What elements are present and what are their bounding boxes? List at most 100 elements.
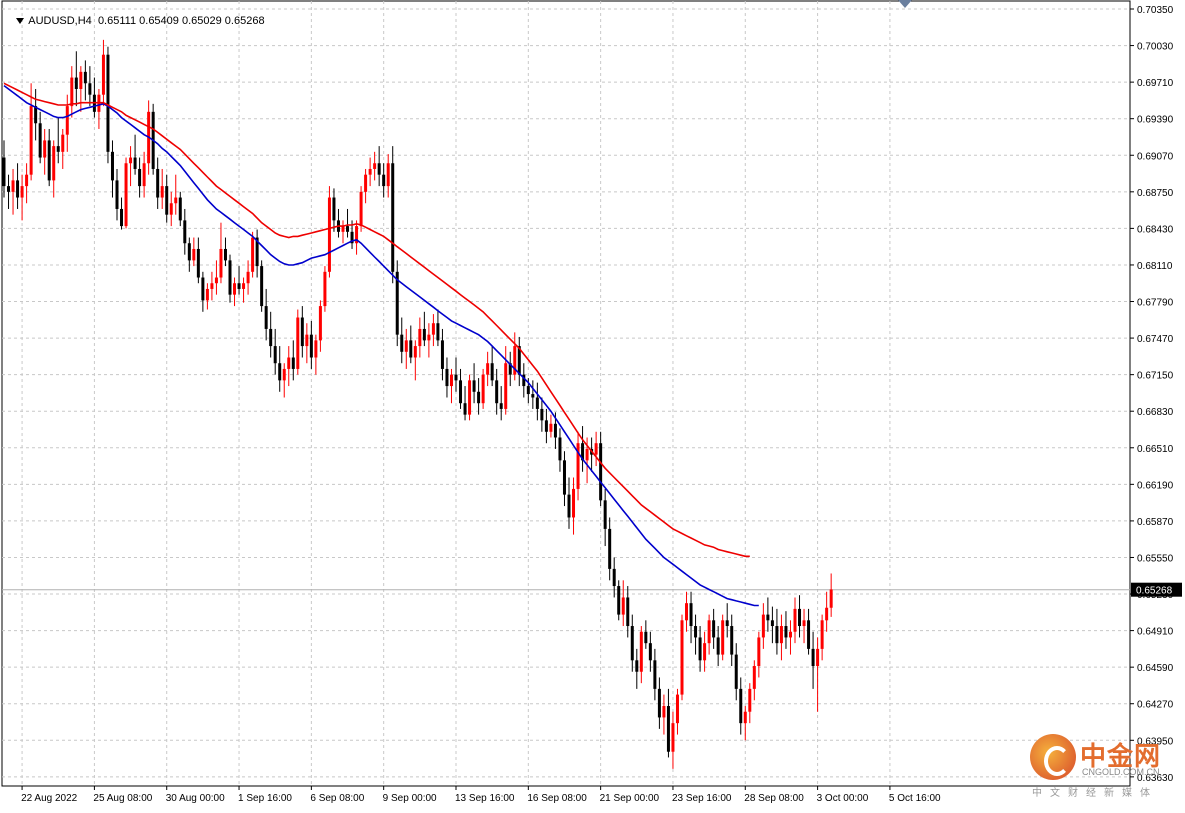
x-tick-label: 23 Sep 16:00 — [672, 793, 732, 804]
candle-body — [133, 157, 137, 169]
candle-body — [61, 134, 65, 152]
candle-body — [445, 368, 449, 387]
y-tick-label: 0.68750 — [1137, 188, 1174, 199]
y-tick-label: 0.67470 — [1137, 334, 1174, 345]
candle-body — [364, 174, 368, 192]
candle-body — [490, 363, 494, 381]
candle-body — [811, 648, 815, 667]
candle-body — [38, 123, 42, 158]
candle-body — [526, 386, 530, 395]
candle-body — [820, 620, 824, 649]
candle-body — [449, 374, 453, 387]
candle-body — [572, 488, 576, 518]
candle-body — [124, 163, 128, 227]
candle-body — [52, 146, 56, 181]
candle-body — [74, 77, 78, 89]
candle-body — [612, 568, 616, 587]
candle-body — [689, 603, 693, 627]
candle-body — [648, 643, 652, 661]
candle-body — [698, 637, 702, 661]
x-tick-label: 1 Sep 16:00 — [238, 793, 292, 804]
candle-body — [223, 248, 227, 261]
y-tick-label: 0.64910 — [1137, 627, 1174, 638]
candle-body — [635, 660, 639, 672]
candle-body — [106, 54, 110, 152]
candle-body — [291, 357, 295, 369]
y-tick-label: 0.65870 — [1137, 517, 1174, 528]
candle-body — [20, 186, 24, 198]
candle-body — [300, 317, 304, 347]
candle-body — [544, 420, 548, 432]
candle-body — [549, 423, 553, 432]
candle-body — [671, 723, 675, 752]
candle-body — [83, 71, 87, 84]
y-tick-label: 0.67150 — [1137, 371, 1174, 382]
candle-body — [318, 306, 322, 341]
candle-body — [630, 626, 634, 661]
chart-canvas[interactable]: 0.70350 0.70030 0.69710 0.69390 0.69070 0.687… — [0, 0, 1185, 808]
candle-body — [386, 163, 390, 187]
x-tick-label: 30 Aug 00:00 — [166, 793, 225, 804]
candle-body — [269, 328, 273, 347]
candle-body — [287, 357, 291, 369]
candle-body — [251, 237, 255, 272]
candle-body — [418, 328, 422, 347]
candle-body — [594, 443, 598, 455]
x-tick-label: 16 Sep 08:00 — [527, 793, 587, 804]
candle-body — [694, 626, 698, 638]
candle-body — [599, 443, 603, 501]
candle-body — [192, 248, 196, 261]
chevron-down-icon[interactable] — [16, 18, 25, 25]
y-tick-label: 0.70350 — [1137, 5, 1174, 16]
candle-body — [70, 77, 74, 107]
candle-body — [535, 397, 539, 409]
candle-body — [757, 637, 761, 667]
chart-shift-marker-icon[interactable] — [898, 0, 912, 8]
candle-body — [368, 168, 372, 175]
candle-body — [309, 334, 313, 358]
y-tick-label: 0.68110 — [1137, 261, 1173, 272]
candle-body — [422, 328, 426, 341]
watermark: 中金网 CNGOLD.COM.CN 中文财经新媒体 — [1030, 734, 1180, 804]
high-value: 0.65409 — [139, 15, 179, 27]
candle-body — [160, 186, 164, 198]
y-tick-label: 0.66830 — [1137, 407, 1174, 418]
candle-body — [314, 340, 318, 358]
candle — [680, 614, 684, 701]
candle-body — [242, 283, 246, 289]
candle — [124, 157, 128, 229]
candle-body — [413, 346, 417, 358]
candle-body — [165, 186, 169, 215]
candle-body — [825, 607, 829, 621]
candle-body — [359, 191, 363, 227]
candle-body — [653, 660, 657, 689]
candle-body — [617, 586, 621, 615]
candle-body — [567, 494, 571, 518]
x-tick-label: 21 Sep 00:00 — [600, 793, 660, 804]
candle-body — [11, 180, 15, 192]
candle-body — [477, 391, 481, 404]
watermark-tagline: 中文财经新媒体 — [1032, 788, 1158, 799]
candle-body — [332, 197, 336, 221]
candle-body — [382, 174, 386, 187]
candle — [617, 580, 621, 621]
candle-body — [626, 597, 630, 627]
candle-body — [621, 597, 625, 615]
price-chart[interactable]: 0.70350 0.70030 0.69710 0.69390 0.69070 0.687… — [0, 0, 1185, 808]
candle-body — [784, 626, 788, 638]
candle-body — [463, 403, 467, 415]
candle-body — [807, 620, 811, 649]
candle-body — [88, 83, 92, 95]
candle — [251, 231, 255, 278]
candle — [327, 186, 331, 278]
candle-body — [237, 283, 241, 289]
candle — [721, 614, 725, 661]
x-tick-label: 6 Sep 08:00 — [310, 793, 364, 804]
y-tick-label: 0.64590 — [1137, 663, 1174, 674]
y-tick-label: 0.69710 — [1137, 78, 1174, 89]
candle — [323, 266, 327, 312]
watermark-domain: CNGOLD.COM.CN — [1082, 767, 1160, 777]
y-tick-label: 0.68430 — [1137, 224, 1174, 235]
candle-body — [468, 380, 472, 415]
candle-body — [120, 208, 124, 227]
